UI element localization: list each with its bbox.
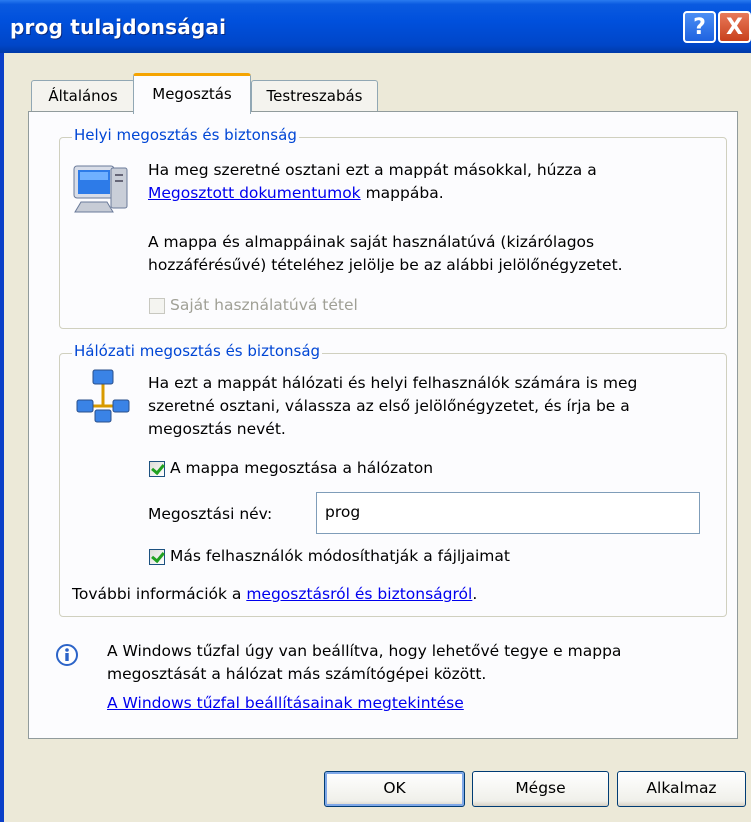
help-button[interactable]: ?: [683, 11, 716, 43]
private-line-1: A mappa és almappáinak saját használatúv…: [148, 233, 595, 251]
local-sharing-legend: Helyi megosztás és biztonság: [72, 126, 299, 144]
title-bar[interactable]: prog tulajdonságai ? X: [0, 0, 751, 53]
network-line-3: megosztás nevét.: [148, 420, 286, 438]
network-icon: [76, 369, 130, 423]
network-line-1: Ha ezt a mappát hálózati és helyi felhas…: [148, 374, 638, 392]
allow-modify-checkbox[interactable]: [149, 549, 165, 565]
network-line-2: szeretné osztani, válassza az első jelöl…: [148, 397, 630, 415]
sharing-security-link[interactable]: megosztásról és biztonságról: [246, 585, 472, 603]
private-line-2: hozzáférésűvé) tételéhez jelölje be az a…: [148, 256, 623, 274]
more-info-prefix: További információk a: [72, 585, 247, 603]
firewall-settings-link[interactable]: A Windows tűzfal beállításainak megtekin…: [107, 694, 464, 712]
more-info-suffix: .: [472, 585, 478, 603]
local-line-1: Ha meg szeretné osztani ezt a mappát más…: [148, 161, 597, 179]
share-on-network-checkbox[interactable]: [149, 461, 165, 477]
shared-documents-link[interactable]: Megosztott dokumentumok: [148, 184, 361, 202]
tab-general[interactable]: Általános: [31, 80, 135, 112]
window-title: prog tulajdonságai: [10, 15, 227, 39]
info-icon: [56, 644, 78, 666]
network-sharing-legend: Hálózati megosztás és biztonság: [72, 342, 323, 360]
share-on-network-label: A mappa megosztása a hálózaton: [170, 459, 434, 477]
computer-icon: [73, 165, 128, 213]
private-description: A mappa és almappáinak saját használatúv…: [148, 231, 623, 277]
firewall-description: A Windows tűzfal úgy van beállítva, hogy…: [107, 640, 621, 686]
close-button[interactable]: X: [718, 11, 751, 43]
close-icon: X: [726, 14, 743, 40]
tab-panel: Helyi megosztás és biztonság Ha meg szer…: [28, 111, 738, 739]
local-line-2: Megosztott dokumentumok mappába.: [148, 182, 597, 205]
firewall-line-2: megosztását a hálózat más számítógépei k…: [107, 665, 487, 683]
tab-sharing[interactable]: Megosztás: [133, 73, 251, 114]
firewall-line-1: A Windows tűzfal úgy van beállítva, hogy…: [107, 642, 622, 660]
ok-button[interactable]: OK: [324, 771, 465, 807]
local-line-2-suffix: mappába.: [360, 184, 444, 202]
properties-window: prog tulajdonságai ? X Általános Testres…: [0, 0, 751, 822]
apply-button[interactable]: Alkalmaz: [617, 771, 746, 807]
share-name-label: Megosztási név:: [148, 505, 273, 523]
firewall-settings-text: A Windows tűzfal beállításainak megtekin…: [107, 692, 464, 715]
tab-customize[interactable]: Testreszabás: [251, 80, 378, 112]
share-name-input[interactable]: prog: [316, 492, 700, 534]
help-icon: ?: [693, 14, 706, 40]
network-description: Ha ezt a mappát hálózati és helyi felhas…: [148, 372, 637, 441]
local-description: Ha meg szeretné osztani ezt a mappát más…: [148, 159, 597, 205]
more-info-text: További információk a megosztásról és bi…: [72, 583, 477, 606]
allow-modify-label: Más felhasználók módosíthatják a fájljai…: [170, 547, 510, 565]
private-checkbox-label: Saját használatúvá tétel: [170, 296, 358, 314]
private-checkbox[interactable]: [149, 298, 165, 314]
cancel-button[interactable]: Mégse: [472, 771, 609, 807]
